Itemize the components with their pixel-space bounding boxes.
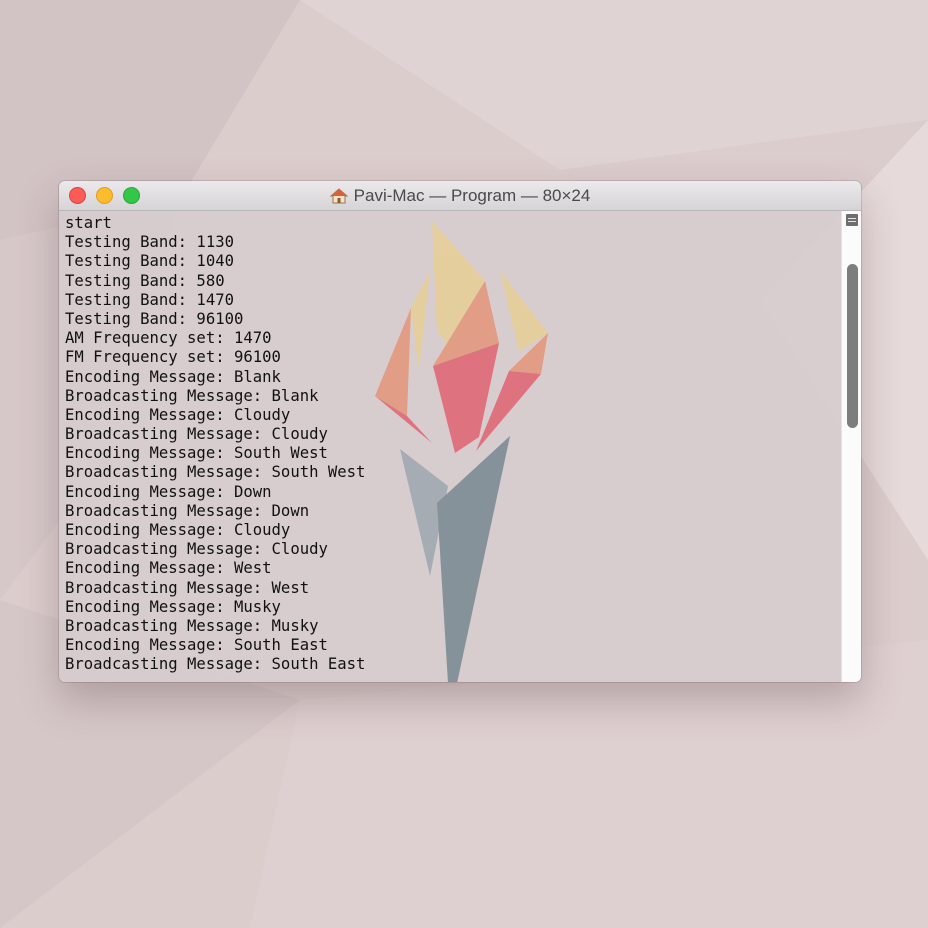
terminal-window[interactable]: Pavi-Mac — Program — 80×24 start Testing … bbox=[59, 181, 861, 682]
terminal-line: Testing Band: 580 bbox=[65, 271, 225, 290]
terminal-line: Broadcasting Message: Down bbox=[65, 501, 310, 520]
terminal-line: Broadcasting Message: West bbox=[65, 578, 310, 597]
vertical-scrollbar[interactable] bbox=[841, 211, 861, 682]
terminal-line: Broadcasting Message: Cloudy bbox=[65, 425, 328, 444]
terminal-line: Encoding Message: South West bbox=[65, 444, 328, 463]
terminal-output[interactable]: start Testing Band: 1130 Testing Band: 104… bbox=[59, 211, 841, 682]
terminal-line: start bbox=[65, 214, 112, 232]
window-title: Pavi-Mac — Program — 80×24 bbox=[353, 185, 591, 205]
terminal-line: Encoding Message: Blank bbox=[65, 367, 281, 386]
terminal-line: Encoding Message: Cloudy bbox=[65, 405, 291, 424]
terminal-line: Encoding Message: Down bbox=[65, 482, 272, 501]
terminal-line: Encoding Message: Cloudy bbox=[65, 521, 291, 539]
terminal-line: AM Frequency set: 1470 bbox=[65, 329, 272, 348]
home-icon bbox=[329, 187, 348, 203]
terminal-line: Testing Band: 1470 bbox=[65, 290, 234, 309]
terminal-line: Testing Band: 1130 bbox=[65, 233, 234, 252]
title-bar[interactable]: Pavi-Mac — Program — 80×24 bbox=[59, 181, 861, 211]
terminal-line: Testing Band: 96100 bbox=[65, 309, 244, 328]
terminal-line: Broadcasting Message: South West bbox=[65, 463, 366, 482]
terminal-line: Testing Band: 1040 bbox=[65, 252, 234, 271]
terminal-line: Broadcasting Message: South East bbox=[65, 655, 366, 674]
terminal-lines: start Testing Band: 1130 Testing Band: 104… bbox=[65, 214, 365, 675]
terminal-line: Broadcasting Message: Blank bbox=[65, 386, 319, 405]
scrollbar-menu-icon[interactable] bbox=[846, 214, 858, 226]
window-title-group: Pavi-Mac — Program — 80×24 bbox=[59, 181, 861, 210]
torch-logo-watermark bbox=[375, 221, 548, 682]
scroll-thumb[interactable] bbox=[847, 264, 858, 428]
terminal-line: Broadcasting Message: Musky bbox=[65, 616, 319, 635]
terminal-line: FM Frequency set: 96100 bbox=[65, 348, 281, 367]
terminal-line: Encoding Message: West bbox=[65, 559, 272, 578]
terminal-line: Encoding Message: Musky bbox=[65, 597, 281, 616]
terminal-line: Encoding Message: South East bbox=[65, 636, 328, 655]
terminal-line: Broadcasting Message: Cloudy bbox=[65, 540, 328, 559]
